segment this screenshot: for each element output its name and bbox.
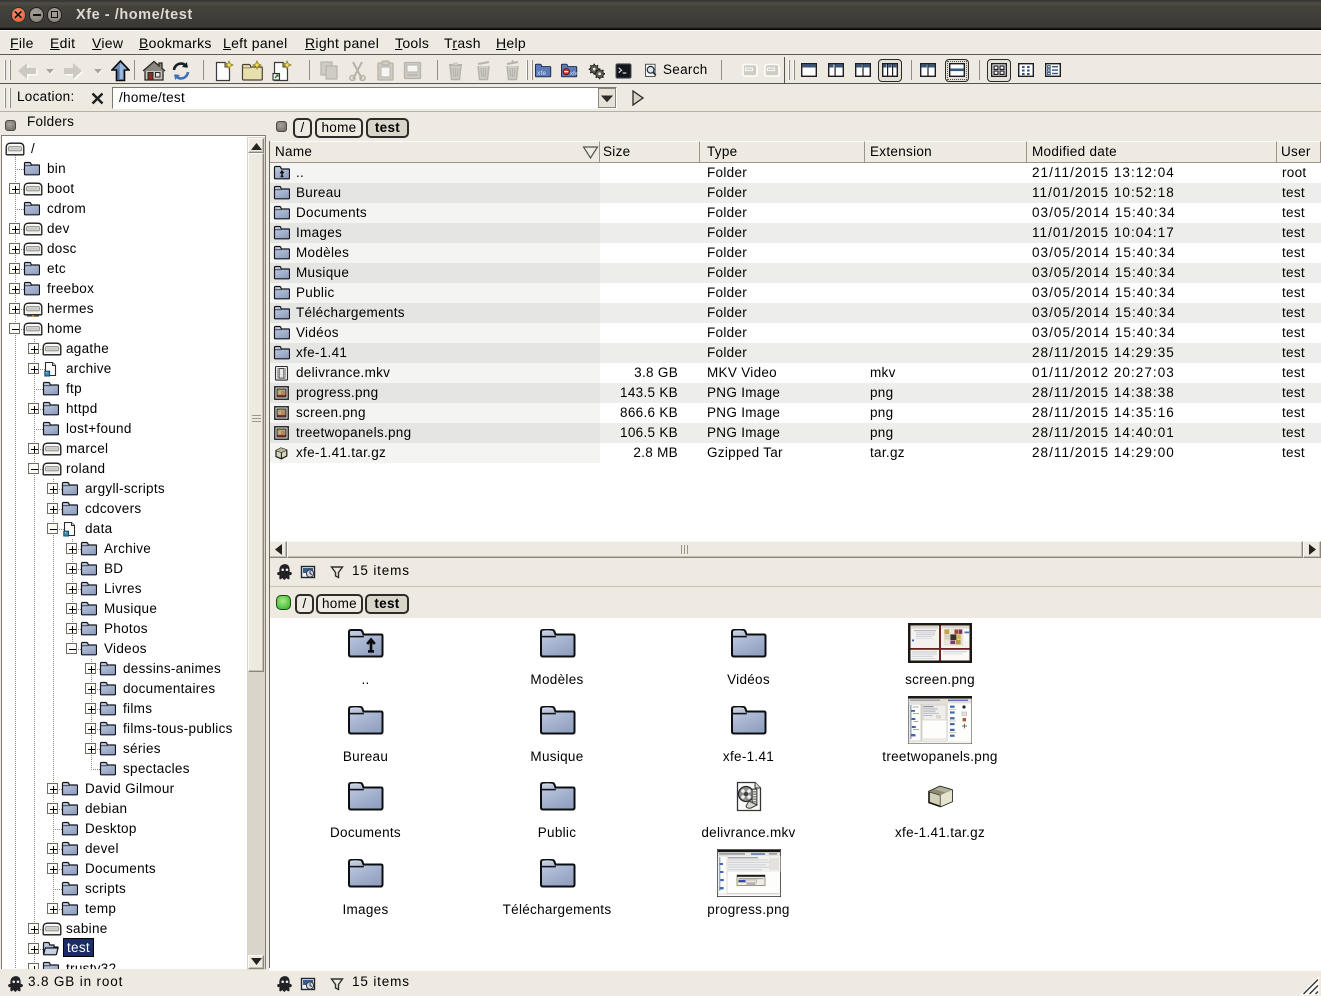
svg-text:xfe: xfe xyxy=(537,70,546,77)
svg-text:xfe: xfe xyxy=(570,71,578,77)
